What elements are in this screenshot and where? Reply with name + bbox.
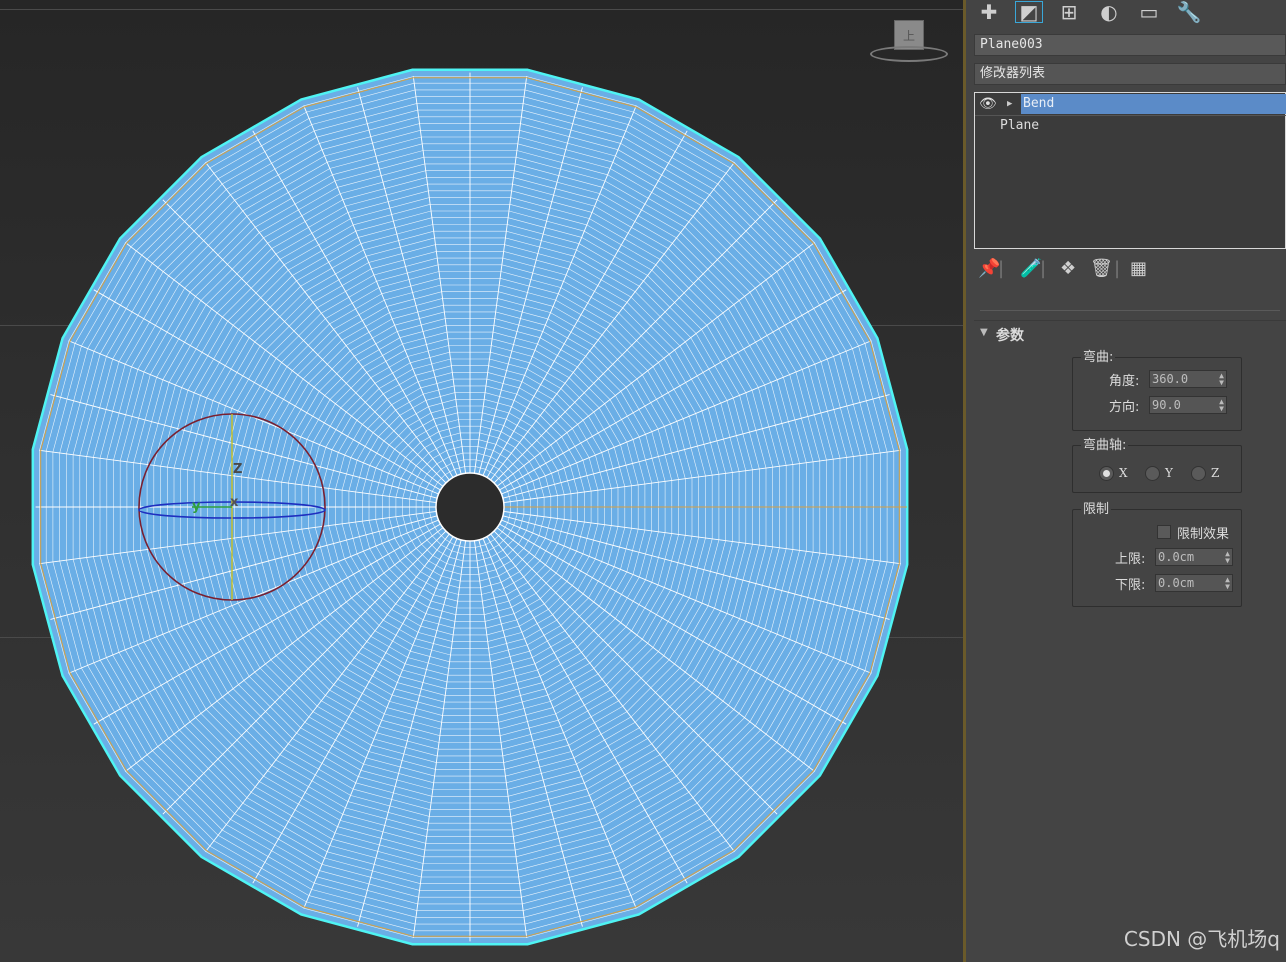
viewcube-ring[interactable] [870, 46, 948, 62]
limit-effect-label: 限制效果 [1177, 527, 1230, 542]
stack-toolbar: 📌 | 🧪 | ❖ 🗑 | ▦ [976, 258, 1176, 284]
angle-spinner[interactable]: 360.0 ▲ ▼ [1149, 370, 1227, 388]
stack-item-label: Plane [1000, 118, 1040, 133]
separator: | [998, 258, 1005, 279]
upper-limit-value: 0.0cm [1158, 550, 1195, 564]
direction-spinner[interactable]: 90.0 ▲ ▼ [1149, 396, 1227, 414]
display-icon[interactable]: ▭ [1134, 0, 1164, 24]
axis-z-radio[interactable] [1191, 466, 1206, 481]
upper-limit-spinner[interactable]: 0.0cm ▲ ▼ [1155, 548, 1233, 566]
remove-modifier-icon[interactable]: 🗑 [1090, 258, 1113, 279]
expand-arrow-icon[interactable]: ▶ [1007, 94, 1012, 114]
limits-group: 限制 限制效果 上限: 0.0cm ▲ ▼ 下限: 0.0cm ▲ ▼ [1072, 498, 1242, 607]
axis-y-label: Y [1165, 466, 1173, 480]
lower-limit-value: 0.0cm [1158, 576, 1195, 590]
axis-y-radio[interactable] [1145, 466, 1160, 481]
separator: | [1114, 258, 1121, 279]
collapse-triangle-icon[interactable]: ▼ [980, 327, 988, 338]
stack-item-plane[interactable]: Plane [975, 115, 1286, 136]
upper-limit-label: 上限: [1115, 552, 1146, 567]
object-name-field[interactable]: Plane003 [974, 34, 1286, 56]
eye-icon[interactable]: 👁 [979, 94, 997, 114]
lower-limit-label: 下限: [1115, 578, 1146, 593]
viewcube[interactable]: 上 [870, 20, 948, 66]
mesh-view[interactable]: Zy x [0, 0, 963, 962]
spinner-arrows-icon[interactable]: ▲ ▼ [1219, 398, 1224, 413]
angle-label: 角度: [1109, 374, 1140, 389]
lower-limit-spinner[interactable]: 0.0cm ▲ ▼ [1155, 574, 1233, 592]
rollout-title[interactable]: 参数 [996, 325, 1024, 345]
angle-value: 360.0 [1152, 372, 1189, 386]
limits-group-title: 限制 [1081, 498, 1112, 517]
spinner-arrows-icon[interactable]: ▲ ▼ [1219, 372, 1224, 387]
center-hole [435, 472, 505, 542]
gizmo-y-label: y [192, 499, 201, 514]
viewport[interactable]: Zy x 上 [0, 0, 963, 962]
spinner-arrows-icon[interactable]: ▲ ▼ [1225, 576, 1230, 591]
modifier-list-dropdown[interactable]: 修改器列表 [974, 63, 1286, 85]
hierarchy-icon[interactable]: ⊞ [1054, 0, 1084, 24]
direction-label: 方向: [1109, 400, 1140, 415]
rollout-divider-grip[interactable] [980, 310, 1280, 311]
separator: | [1040, 258, 1047, 279]
direction-value: 90.0 [1152, 398, 1181, 412]
configure-sets-icon[interactable]: ▦ [1130, 258, 1147, 279]
create-icon[interactable]: ✚ [974, 0, 1004, 24]
bend-group: 弯曲: 角度: 360.0 ▲ ▼ 方向: 90.0 ▲ ▼ [1072, 346, 1242, 431]
modify-icon[interactable]: ◩ [1014, 0, 1044, 24]
axis-x-label: X [1119, 466, 1128, 480]
spinner-arrows-icon[interactable]: ▲ ▼ [1225, 550, 1230, 565]
utilities-icon[interactable]: 🔧 [1174, 0, 1204, 24]
modifier-stack[interactable]: 👁 ▶ Bend Plane [974, 92, 1286, 249]
command-panel-tabs: ✚ ◩ ⊞ ◐ ▭ 🔧 [966, 0, 1286, 26]
gizmo-z-label: Z [233, 462, 242, 477]
stack-item-label: Bend [1021, 94, 1286, 114]
make-unique-icon[interactable]: ❖ [1060, 258, 1076, 279]
bend-group-title: 弯曲: [1081, 346, 1116, 365]
limit-effect-checkbox[interactable] [1157, 525, 1171, 539]
gizmo-x-label: x [230, 495, 239, 510]
motion-icon[interactable]: ◐ [1094, 0, 1124, 24]
bend-axis-group-title: 弯曲轴: [1081, 434, 1129, 453]
command-panel: ✚ ◩ ⊞ ◐ ▭ 🔧 Plane003 修改器列表 👁 ▶ Bend Plan… [966, 0, 1286, 962]
axis-z-label: Z [1211, 466, 1220, 480]
axis-x-radio[interactable] [1099, 466, 1114, 481]
bend-axis-group: 弯曲轴: X Y Z [1072, 434, 1242, 493]
stack-item-bend[interactable]: 👁 ▶ Bend [975, 94, 1286, 114]
watermark: CSDN @飞机场q [1123, 927, 1280, 951]
parameters-rollout: ▼ 参数 弯曲: 角度: 360.0 ▲ ▼ 方向: 90.0 ▲ ▼ 弯曲轴: X… [974, 320, 1286, 619]
